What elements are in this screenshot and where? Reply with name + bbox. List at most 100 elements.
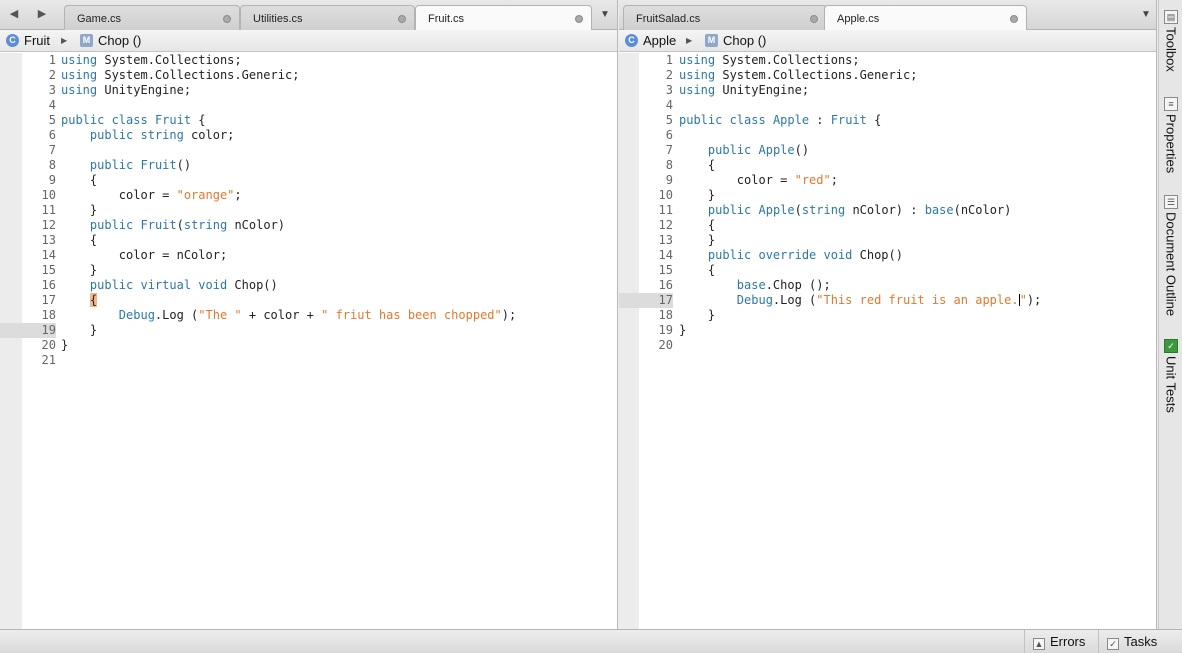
tab-list-dropdown-icon[interactable]: ▼ (600, 9, 610, 20)
back-arrow-icon[interactable]: ◀ (6, 6, 22, 22)
code-line[interactable]: 8 { (619, 158, 1156, 173)
code-line[interactable]: 9 color = "red"; (619, 173, 1156, 188)
code-line[interactable]: 6 (619, 128, 1156, 143)
code-text: } (679, 188, 715, 203)
code-line[interactable]: 19} (619, 323, 1156, 338)
tab-apple-cs[interactable]: Apple.cs (824, 5, 1027, 31)
code-line[interactable]: 5 public class Apple : Fruit { (619, 113, 1156, 128)
code-token: nColor) (227, 218, 286, 232)
code-line[interactable]: 15 } (0, 263, 617, 278)
code-line[interactable]: 7 (0, 143, 617, 158)
path-class-selector[interactable]: C Fruit (6, 33, 50, 49)
code-line[interactable]: 18 Debug.Log ("The " + color + " friut h… (0, 308, 617, 323)
line-number: 1 (48, 53, 56, 67)
type-token: Apple (758, 203, 795, 217)
line-number: 4 (665, 98, 673, 112)
close-tab-icon[interactable] (223, 15, 231, 23)
close-tab-icon[interactable] (398, 15, 406, 23)
keyword-token: base (736, 278, 766, 292)
tasks-button[interactable]: ✓ Tasks (1098, 630, 1182, 653)
errors-label: Errors (1050, 634, 1086, 649)
code-line[interactable]: 3 using UnityEngine; (619, 83, 1156, 98)
close-tab-icon[interactable] (810, 15, 818, 23)
code-line[interactable]: 11 public Apple(string nColor) : base(nC… (619, 203, 1156, 218)
code-line[interactable]: 12 { (619, 218, 1156, 233)
code-line[interactable]: 13 { (0, 233, 617, 248)
code-line[interactable]: 16 public virtual void Chop() (0, 278, 617, 293)
tasks-label: Tasks (1124, 634, 1158, 649)
side-tab-unit-tests[interactable]: ✓ Unit Tests (1161, 339, 1181, 413)
path-method-selector[interactable]: M Chop () (705, 33, 766, 49)
code-line[interactable]: 17 { (0, 293, 617, 308)
line-number: 12 (41, 218, 56, 232)
brace-highlight: { (89, 293, 98, 307)
code-line[interactable]: 16 base.Chop (); (619, 278, 1156, 293)
code-line[interactable]: 14 public override void Chop() (619, 248, 1156, 263)
code-text: Debug.Log ("The " + color + " friut has … (61, 308, 516, 323)
close-tab-icon[interactable] (1010, 15, 1018, 23)
code-token: System.Collections.Generic; (715, 68, 918, 82)
type-token: Fruit (140, 158, 177, 172)
code-line[interactable]: 1 using System.Collections; (619, 53, 1156, 68)
code-line[interactable]: 11 } (0, 203, 617, 218)
code-line[interactable]: 20} (0, 338, 617, 353)
code-line[interactable]: 8 public Fruit() (0, 158, 617, 173)
line-number: 14 (41, 248, 56, 262)
errors-button[interactable]: ▲ Errors (1024, 630, 1098, 653)
code-line[interactable]: 4 (619, 98, 1156, 113)
code-line[interactable]: 15 { (619, 263, 1156, 278)
code-line[interactable]: 14 color = nColor; (0, 248, 617, 263)
unit-tests-icon: ✓ (1164, 339, 1178, 353)
side-tab-document-outline[interactable]: ☰ Document Outline (1161, 195, 1181, 316)
code-line[interactable]: 13 } (619, 233, 1156, 248)
line-number: 3 (665, 83, 673, 97)
line-number: 6 (665, 128, 673, 142)
code-line[interactable]: 19 } (0, 323, 617, 338)
code-line[interactable]: 20 (619, 338, 1156, 353)
side-tab-toolbox[interactable]: ▤ Toolbox (1161, 10, 1181, 72)
line-number: 2 (48, 68, 56, 82)
line-number: 10 (41, 188, 56, 202)
code-line[interactable]: 12 public Fruit(string nColor) (0, 218, 617, 233)
code-line[interactable]: 10 color = "orange"; (0, 188, 617, 203)
code-token: { (679, 158, 716, 172)
tab-game-cs[interactable]: Game.cs (64, 5, 240, 30)
path-class-selector[interactable]: C Apple (625, 33, 676, 49)
code-line[interactable]: 5 public class Fruit { (0, 113, 617, 128)
code-line[interactable]: 1 using System.Collections; (0, 53, 617, 68)
code-token: color = (679, 173, 795, 187)
code-line[interactable]: 9 { (0, 173, 617, 188)
method-icon: M (705, 34, 718, 48)
code-line[interactable]: 6 public string color; (0, 128, 617, 143)
code-token: nColor) : (845, 203, 925, 217)
path-method-selector[interactable]: M Chop () (80, 33, 141, 49)
tab-utilities-cs[interactable]: Utilities.cs (240, 5, 415, 30)
code-line[interactable]: 2 using System.Collections.Generic; (0, 68, 617, 83)
tab-list-dropdown-icon[interactable]: ▼ (1141, 9, 1151, 20)
code-text: public override void Chop() (679, 248, 903, 263)
code-line[interactable]: 17 Debug.Log ("This red fruit is an appl… (619, 293, 1156, 308)
path-class-label: Apple (643, 33, 677, 48)
code-line[interactable]: 18 } (619, 308, 1156, 323)
line-number: 10 (658, 188, 673, 202)
code-line[interactable]: 4 (0, 98, 617, 113)
code-line[interactable]: 7 public Apple() (619, 143, 1156, 158)
code-line[interactable]: 21 (0, 353, 617, 368)
code-token: color; (183, 128, 235, 142)
code-line[interactable]: 2 using System.Collections.Generic; (619, 68, 1156, 83)
tab-fruitsalad-cs[interactable]: FruitSalad.cs (623, 5, 827, 30)
left-tab-bar: ◀ ▶ Game.cs Utilities.cs Fruit.cs ▼ (0, 0, 617, 31)
code-line[interactable]: 10 } (619, 188, 1156, 203)
tab-fruit-cs[interactable]: Fruit.cs (415, 5, 592, 31)
side-tab-properties[interactable]: ≡ Properties (1161, 97, 1181, 173)
code-token: { (61, 173, 98, 187)
left-code-editor[interactable]: 1 using System.Collections; 2 using System.… (0, 53, 617, 629)
close-tab-icon[interactable] (575, 15, 583, 23)
line-number: 16 (658, 278, 673, 292)
right-code-editor[interactable]: 1 using System.Collections; 2 using System.… (619, 53, 1156, 629)
forward-arrow-icon[interactable]: ▶ (34, 6, 50, 22)
code-line[interactable]: 3 using UnityEngine; (0, 83, 617, 98)
